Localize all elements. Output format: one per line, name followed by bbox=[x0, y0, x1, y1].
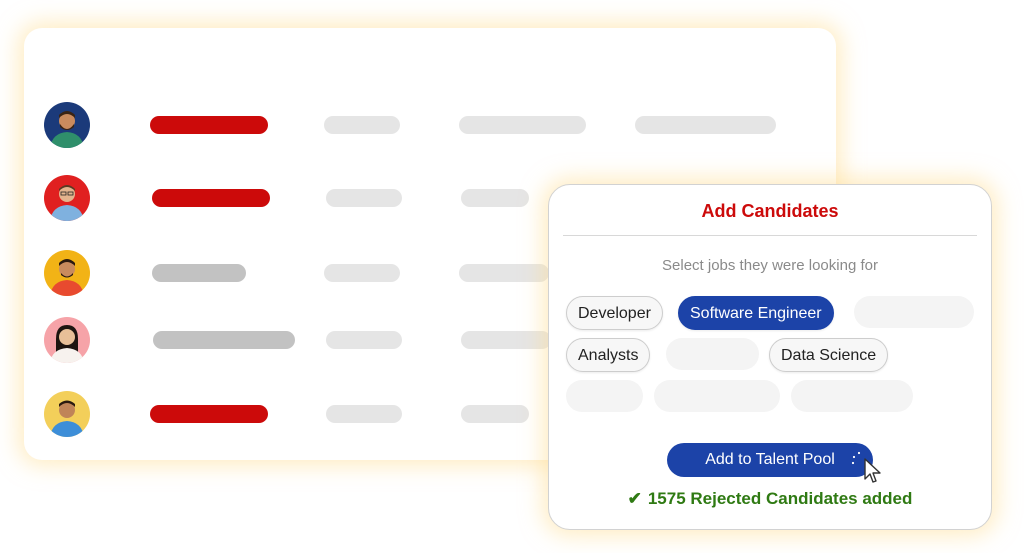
candidate-avatar bbox=[44, 391, 90, 437]
success-text: 1575 Rejected Candidates added bbox=[647, 489, 913, 508]
dialog-title: Add Candidates bbox=[701, 201, 839, 221]
placeholder-bar bbox=[459, 264, 549, 282]
add-candidates-dialog: Add Candidates Select jobs they were loo… bbox=[548, 184, 992, 530]
click-cursor-icon bbox=[851, 451, 881, 483]
dialog-subtitle: Select jobs they were looking for bbox=[662, 257, 878, 274]
placeholder-bar bbox=[324, 264, 400, 282]
job-chip-software-engineer[interactable]: Software Engineer bbox=[678, 296, 834, 330]
placeholder-chip bbox=[854, 296, 974, 328]
candidate-status-bar bbox=[153, 331, 295, 349]
placeholder-bar bbox=[324, 116, 400, 134]
placeholder-bar bbox=[326, 331, 402, 349]
candidate-avatar bbox=[44, 250, 90, 296]
check-icon: ✔ bbox=[627, 489, 642, 508]
job-chip-analysts[interactable]: Analysts bbox=[566, 338, 651, 372]
placeholder-chip bbox=[566, 380, 643, 412]
placeholder-bar bbox=[635, 116, 776, 134]
job-chip-data-science[interactable]: Data Science bbox=[769, 338, 889, 372]
placeholder-bar bbox=[461, 331, 551, 349]
placeholder-bar bbox=[459, 116, 586, 134]
add-to-talent-pool-button[interactable]: Add to Talent Pool bbox=[667, 443, 873, 477]
placeholder-bar bbox=[461, 189, 529, 207]
placeholder-chip bbox=[791, 380, 913, 412]
placeholder-bar bbox=[461, 405, 529, 423]
success-message: ✔ 1575 Rejected Candidates added bbox=[549, 489, 991, 509]
placeholder-chip bbox=[666, 338, 759, 370]
job-chip-developer[interactable]: Developer bbox=[566, 296, 663, 330]
candidate-avatar bbox=[44, 317, 90, 363]
candidate-status-bar bbox=[150, 116, 268, 134]
candidate-status-bar bbox=[152, 189, 270, 207]
placeholder-bar bbox=[326, 405, 402, 423]
placeholder-chip bbox=[654, 380, 780, 412]
candidate-avatar bbox=[44, 102, 90, 148]
candidate-avatar bbox=[44, 175, 90, 221]
candidate-status-bar bbox=[152, 264, 246, 282]
candidate-status-bar bbox=[150, 405, 268, 423]
placeholder-bar bbox=[326, 189, 402, 207]
candidate-row[interactable] bbox=[24, 100, 836, 150]
divider bbox=[563, 235, 977, 236]
